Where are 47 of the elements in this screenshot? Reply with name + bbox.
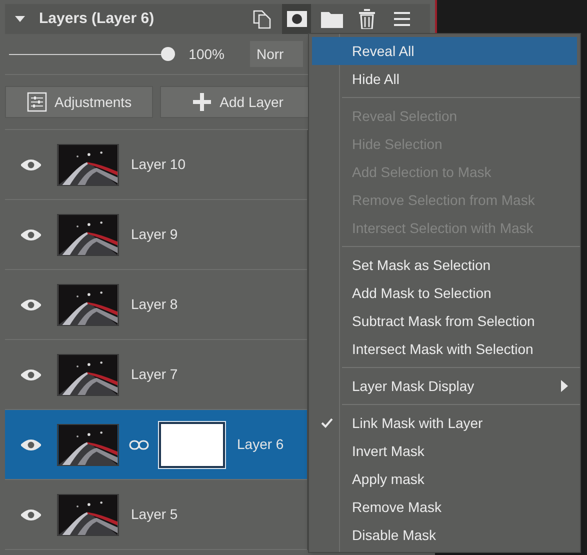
layer-name: Layer 10 — [131, 155, 186, 174]
layer-name: Layer 7 — [131, 365, 178, 384]
layer-name: Layer 6 — [237, 435, 284, 454]
layer-row[interactable]: Layer 8 — [5, 270, 307, 340]
panel-title: Layers (Layer 6) — [39, 8, 154, 29]
link-icon[interactable] — [129, 440, 149, 450]
duplicate-icon — [252, 9, 272, 29]
eye-icon[interactable] — [21, 438, 41, 450]
eye-icon[interactable] — [21, 228, 41, 240]
layer-row[interactable]: Layer 5 — [5, 480, 307, 550]
toolbar-button[interactable] — [282, 4, 311, 34]
blend-mode-dropdown[interactable]: Norr — [250, 41, 303, 67]
menu-item[interactable]: Layer Mask Display — [312, 372, 577, 400]
layer-row[interactable]: Layer 9 — [5, 200, 307, 270]
layer-name: Layer 5 — [131, 505, 178, 524]
layer-name: Layer 9 — [131, 225, 178, 244]
menu-item[interactable]: Disable Mask — [312, 521, 577, 549]
menu-item[interactable]: Invert Mask — [312, 437, 577, 465]
menu-item[interactable]: Remove Mask — [312, 493, 577, 521]
layer-row[interactable]: Layer 10 — [5, 130, 307, 200]
menu-item[interactable]: Hide All — [312, 65, 577, 93]
trash-icon — [358, 9, 374, 29]
folder-icon — [320, 10, 342, 28]
submenu-arrow-icon — [561, 380, 568, 392]
layer-row[interactable]: Layer 6 — [5, 410, 307, 480]
mask-icon — [286, 11, 306, 27]
menu-item[interactable]: Reveal All — [312, 37, 577, 65]
eye-icon[interactable] — [21, 368, 41, 380]
menu-item[interactable]: Apply mask — [312, 465, 577, 493]
collapse-caret-icon[interactable] — [15, 16, 25, 22]
menu-icon — [394, 11, 410, 27]
eye-icon[interactable] — [21, 298, 41, 310]
opacity-slider[interactable] — [9, 47, 175, 61]
adjustments-button[interactable]: Adjustments — [5, 86, 154, 118]
menu-item[interactable]: Subtract Mask from Selection — [312, 307, 577, 335]
eye-icon[interactable] — [21, 508, 41, 520]
menu-item[interactable]: Add Mask to Selection — [312, 279, 577, 307]
layer-row[interactable]: Layer 7 — [5, 340, 307, 410]
menu-item[interactable]: Set Mask as Selection — [312, 251, 577, 279]
menu-item[interactable]: Intersect Mask with Selection — [312, 335, 577, 363]
opacity-value: 100% — [188, 44, 224, 64]
eye-icon[interactable] — [21, 158, 41, 170]
plus-icon — [192, 92, 212, 112]
menu-item[interactable]: Link Mask with Layer — [312, 409, 577, 437]
sliders-icon — [26, 92, 47, 112]
mask-thumbnail[interactable] — [159, 422, 225, 468]
layer-name: Layer 8 — [131, 295, 178, 314]
